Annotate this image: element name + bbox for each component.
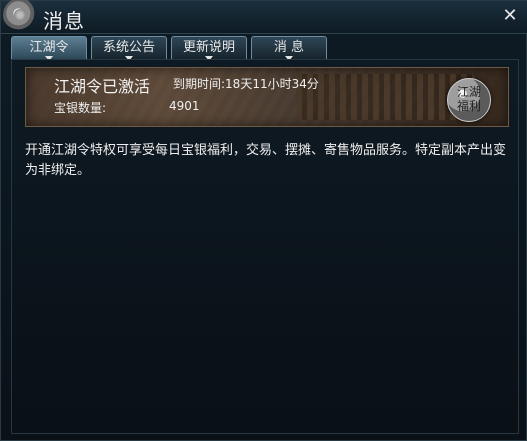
banner-title: 江湖令已激活 <box>54 77 151 96</box>
tab-messages[interactable]: 消 息 <box>251 36 327 61</box>
seal-text-top: 江湖 <box>456 85 481 99</box>
expiry-time: 到期时间:18天11小时34分 <box>173 75 319 92</box>
tab-bar: 江湖令 系统公告 更新说明 消 息 <box>11 36 327 61</box>
seal-text-bottom: 福利 <box>456 99 481 113</box>
content-panel: 江湖令已激活 到期时间:18天11小时34分 宝银数量: 4901 江湖 福利 … <box>11 59 519 434</box>
message-window: 消息 ✕ 江湖令 系统公告 更新说明 消 息 江湖令已激活 到期时间:18天11… <box>0 0 527 441</box>
privilege-description: 开通江湖令特权可享受每日宝银福利，交易、摆摊、寄售物品服务。特定副本产出变为非绑… <box>25 143 507 178</box>
silver-value: 4901 <box>169 99 200 113</box>
jianghuling-banner: 江湖令已激活 到期时间:18天11小时34分 宝银数量: 4901 江湖 福利 <box>25 67 509 127</box>
tab-system-announcement[interactable]: 系统公告 <box>91 36 167 61</box>
silver-label: 宝银数量: <box>54 101 107 115</box>
expiry-value: 18天11小时34分 <box>225 77 319 91</box>
tab-label: 系统公告 <box>102 40 155 55</box>
tab-jianghuling[interactable]: 江湖令 <box>11 36 87 61</box>
title-bar: 消息 ✕ <box>1 0 527 34</box>
close-icon[interactable]: ✕ <box>500 6 520 26</box>
tab-label: 消 息 <box>273 40 305 55</box>
tab-label: 江湖令 <box>29 40 69 55</box>
window-title: 消息 <box>43 9 85 33</box>
gear-icon <box>3 0 37 32</box>
tab-update-notes[interactable]: 更新说明 <box>171 36 247 61</box>
tab-label: 更新说明 <box>182 40 235 55</box>
expiry-label: 到期时间: <box>173 77 226 91</box>
welfare-seal-icon: 江湖 福利 <box>447 78 491 122</box>
